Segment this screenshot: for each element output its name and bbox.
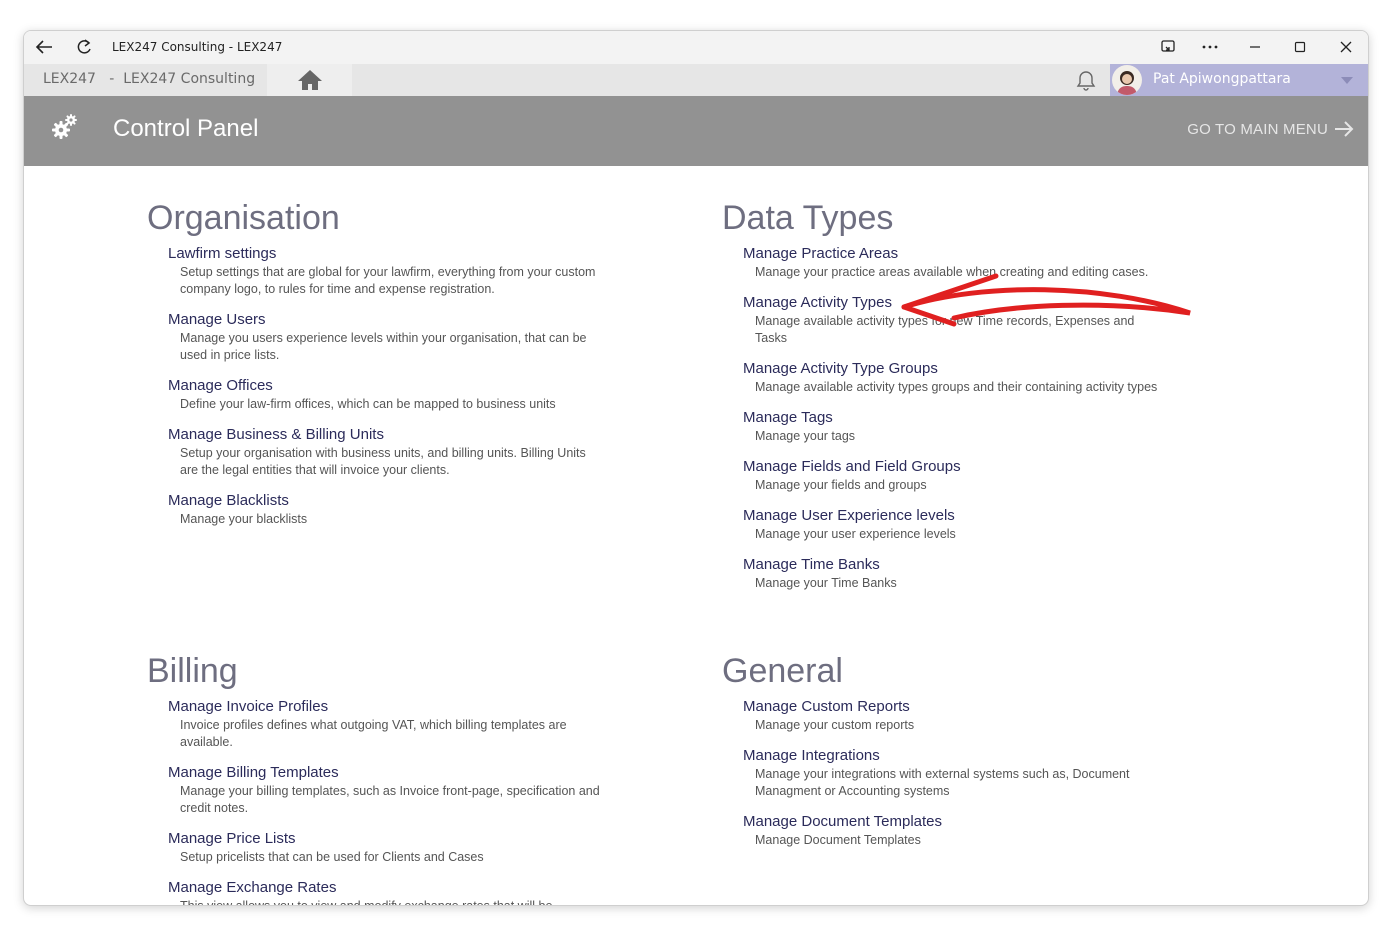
- item-description: Manage your integrations with external s…: [755, 767, 1130, 798]
- user-name: Pat Apiwongpattara: [1153, 71, 1291, 87]
- item-description: Manage your tags: [755, 429, 856, 443]
- list-item: Manage Offices Define your law-firm offic…: [168, 376, 607, 413]
- gears-icon: [50, 112, 80, 146]
- maximize-icon: [1294, 41, 1306, 53]
- item-description: Setup pricelists that can be used for Cl…: [180, 850, 484, 864]
- manage-custom-reports-link[interactable]: Manage Custom Reports: [743, 697, 1162, 717]
- manage-price-lists-link[interactable]: Manage Price Lists: [168, 829, 607, 849]
- list-item: Manage Custom Reports Manage your custom …: [743, 697, 1162, 734]
- manage-business-billing-units-link[interactable]: Manage Business & Billing Units: [168, 425, 607, 445]
- item-description: Manage your billing templates, such as I…: [180, 784, 600, 815]
- list-item: Manage Integrations Manage your integrati…: [743, 746, 1162, 800]
- item-description: Manage available activity types groups a…: [755, 380, 1158, 394]
- window-title: LEX247 Consulting - LEX247: [112, 40, 283, 54]
- minimize-button[interactable]: [1241, 35, 1269, 59]
- main-menu-label: GO TO MAIN MENU: [1187, 120, 1328, 138]
- item-description: Manage your custom reports: [755, 718, 915, 732]
- more-icon: [1202, 45, 1218, 49]
- manage-document-templates-link[interactable]: Manage Document Templates: [743, 812, 1162, 832]
- user-menu[interactable]: Pat Apiwongpattara: [1110, 64, 1368, 96]
- item-description: Manage your user experience levels: [755, 527, 956, 541]
- list-item: Manage Time Banks Manage your Time Banks: [743, 555, 1162, 592]
- manage-activity-types-link[interactable]: Manage Activity Types: [743, 293, 1162, 313]
- item-description: Manage your practice areas available whe…: [755, 265, 1149, 279]
- minimize-icon: [1250, 46, 1260, 48]
- manage-invoice-profiles-link[interactable]: Manage Invoice Profiles: [168, 697, 607, 717]
- list-item: Manage Blacklists Manage your blacklists: [168, 491, 607, 528]
- item-description: Manage your Time Banks: [755, 576, 897, 590]
- manage-integrations-link[interactable]: Manage Integrations: [743, 746, 1162, 766]
- avatar: [1112, 65, 1142, 95]
- lawfirm-settings-link[interactable]: Lawfirm settings: [168, 244, 607, 264]
- list-item: Manage Exchange Rates This view allows yo…: [168, 878, 607, 906]
- list-item: Manage User Experience levels Manage your…: [743, 506, 1162, 543]
- item-description: Manage your blacklists: [180, 512, 308, 526]
- manage-time-banks-link[interactable]: Manage Time Banks: [743, 555, 1162, 575]
- browser-window: LEX247 Consulting - LEX247 LEX247 - LEX2…: [23, 30, 1369, 906]
- arrow-right-icon: [1335, 121, 1354, 137]
- manage-fields-link[interactable]: Manage Fields and Field Groups: [743, 457, 1162, 477]
- section-billing: Billing Manage Invoice Profiles Invoice p…: [147, 651, 607, 906]
- section-organisation: Organisation Lawfirm settings Setup setti…: [147, 198, 607, 540]
- item-description: Manage you users experience levels withi…: [180, 331, 587, 362]
- list-item: Manage Tags Manage your tags: [743, 408, 1162, 445]
- home-icon: [297, 70, 322, 90]
- page-title: Control Panel: [113, 115, 259, 142]
- item-description: This view allows you to view and modify …: [180, 899, 553, 906]
- manage-exchange-rates-link[interactable]: Manage Exchange Rates: [168, 878, 607, 898]
- bell-icon: [1076, 71, 1096, 91]
- manage-activity-type-groups-link[interactable]: Manage Activity Type Groups: [743, 359, 1162, 379]
- item-description: Setup your organisation with business un…: [180, 446, 586, 477]
- cast-button[interactable]: [1154, 35, 1182, 59]
- section-title: Billing: [147, 652, 238, 690]
- manage-tags-link[interactable]: Manage Tags: [743, 408, 1162, 428]
- manage-practice-areas-link[interactable]: Manage Practice Areas: [743, 244, 1162, 264]
- breadcrumb[interactable]: LEX247 - LEX247 Consulting: [43, 71, 255, 87]
- caret-down-icon: [1341, 77, 1353, 84]
- section-title: Data Types: [722, 199, 894, 237]
- home-button[interactable]: [267, 64, 352, 96]
- manage-blacklists-link[interactable]: Manage Blacklists: [168, 491, 607, 511]
- section-general: General Manage Custom Reports Manage your…: [722, 651, 1162, 861]
- back-button[interactable]: [30, 35, 58, 59]
- list-item: Manage Users Manage you users experience …: [168, 310, 607, 364]
- item-description: Setup settings that are global for your …: [180, 265, 596, 296]
- arrow-left-icon: [35, 40, 52, 54]
- list-item: Manage Activity Type Groups Manage availa…: [743, 359, 1162, 396]
- manage-users-link[interactable]: Manage Users: [168, 310, 607, 330]
- list-item: Manage Practice Areas Manage your practic…: [743, 244, 1162, 281]
- refresh-button[interactable]: [70, 35, 98, 59]
- manage-offices-link[interactable]: Manage Offices: [168, 376, 607, 396]
- close-icon: [1340, 41, 1352, 53]
- cast-icon: [1161, 40, 1175, 52]
- list-item: Lawfirm settings Setup settings that are …: [168, 244, 607, 298]
- title-bar: LEX247 Consulting - LEX247: [24, 31, 1368, 64]
- list-item: Manage Fields and Field Groups Manage you…: [743, 457, 1162, 494]
- control-panel-content: Organisation Lawfirm settings Setup setti…: [24, 166, 1368, 906]
- go-to-main-menu-link[interactable]: GO TO MAIN MENU: [1187, 120, 1354, 138]
- list-item: Manage Invoice Profiles Invoice profiles …: [168, 697, 607, 751]
- list-item: Manage Price Lists Setup pricelists that …: [168, 829, 607, 866]
- maximize-button[interactable]: [1286, 35, 1314, 59]
- list-item: Manage Document Templates Manage Document…: [743, 812, 1162, 849]
- manage-billing-templates-link[interactable]: Manage Billing Templates: [168, 763, 607, 783]
- item-description: Manage Document Templates: [755, 833, 921, 847]
- item-description: Define your law-firm offices, which can …: [180, 397, 556, 411]
- more-button[interactable]: [1196, 35, 1224, 59]
- app-bar: LEX247 - LEX247 Consulting Pat Apiwongpa…: [24, 64, 1368, 96]
- item-description: Manage your fields and groups: [755, 478, 927, 492]
- page-header: Control Panel GO TO MAIN MENU: [24, 96, 1368, 166]
- notifications-button[interactable]: [1074, 69, 1098, 97]
- list-item: Manage Activity Types Manage available ac…: [743, 293, 1162, 347]
- section-data-types: Data Types Manage Practice Areas Manage y…: [722, 198, 1162, 604]
- refresh-icon: [77, 39, 91, 54]
- manage-user-experience-levels-link[interactable]: Manage User Experience levels: [743, 506, 1162, 526]
- section-title: General: [722, 652, 843, 690]
- section-title: Organisation: [147, 199, 340, 237]
- list-item: Manage Business & Billing Units Setup you…: [168, 425, 607, 479]
- item-description: Manage available activity types for new …: [755, 314, 1135, 345]
- item-description: Invoice profiles defines what outgoing V…: [180, 718, 567, 749]
- close-button[interactable]: [1332, 35, 1360, 59]
- list-item: Manage Billing Templates Manage your bill…: [168, 763, 607, 817]
